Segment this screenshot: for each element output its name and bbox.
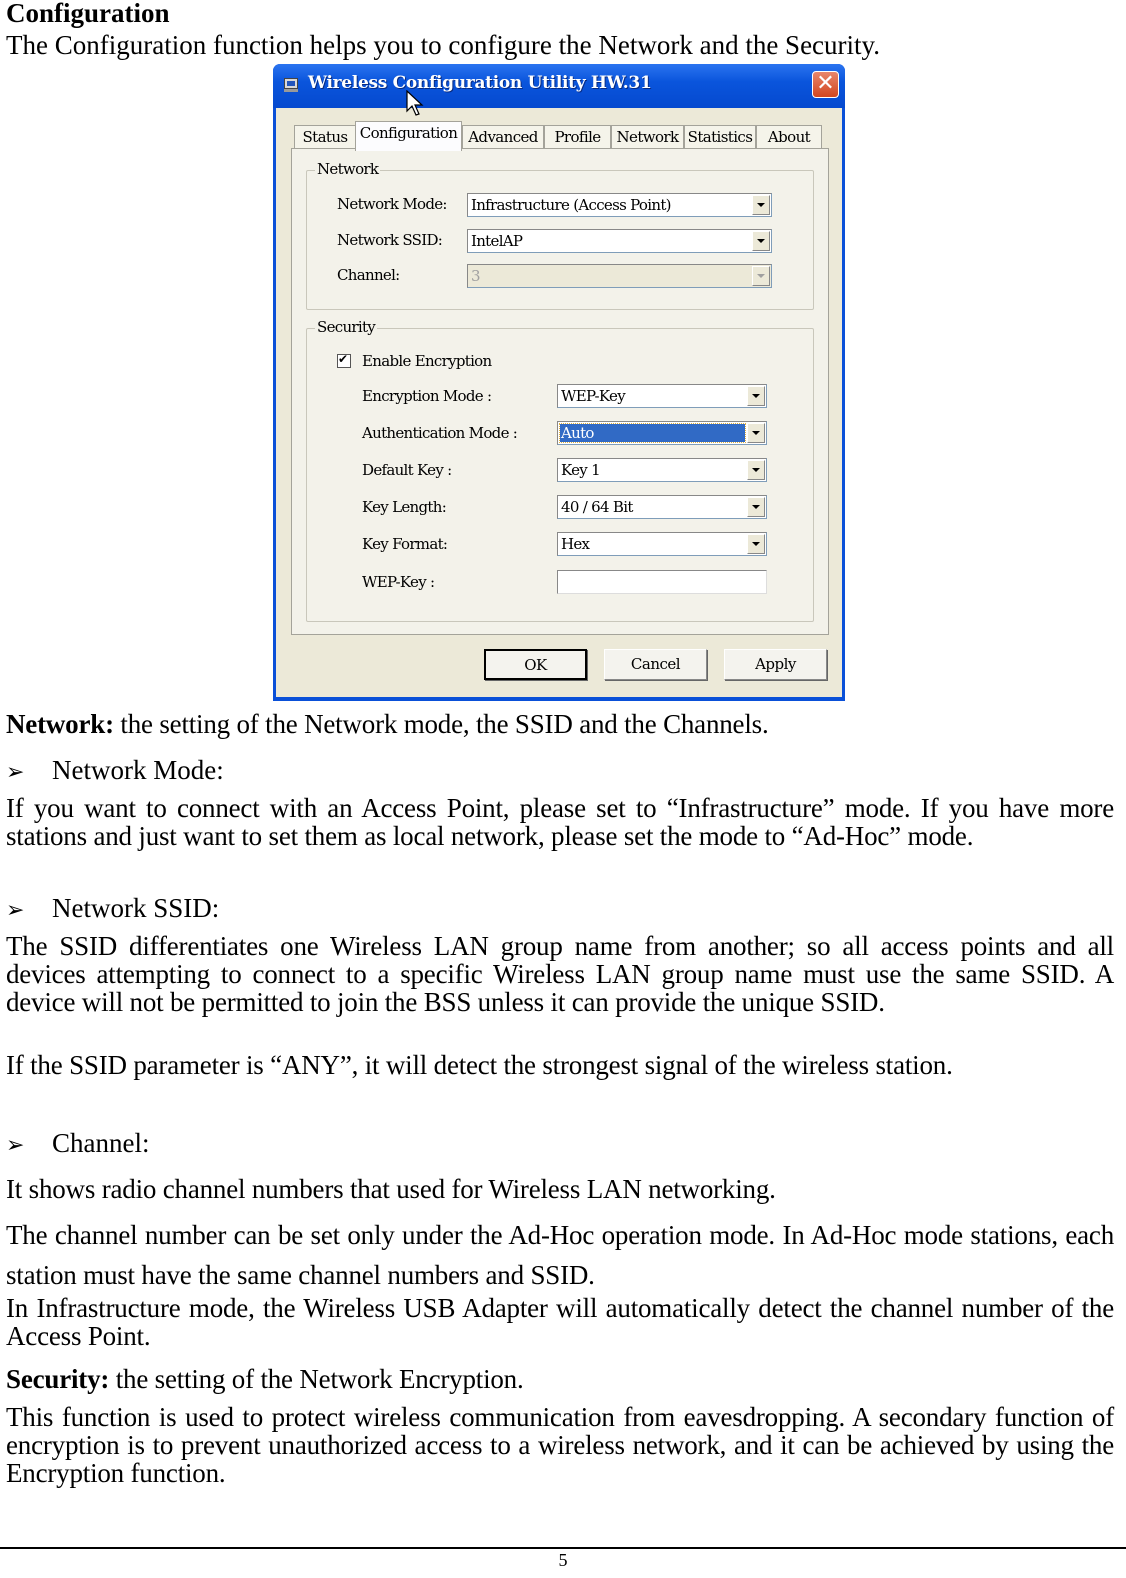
security-description: This function is used to protect wireles… <box>6 1402 1114 1488</box>
network-ssid-select[interactable]: IntelAP <box>467 229 772 253</box>
cancel-button[interactable]: Cancel <box>604 649 707 680</box>
network-section-intro: Network: the setting of the Network mode… <box>6 710 1114 738</box>
bullet-channel: ➢ Channel: <box>6 1128 149 1159</box>
key-length-label: Key Length: <box>362 498 447 516</box>
bullet-network-ssid-label: Network SSID: <box>52 893 220 923</box>
key-format-label: Key Format: <box>362 535 448 553</box>
computer-icon <box>284 78 298 92</box>
ok-button[interactable]: OK <box>484 649 587 680</box>
page-number: 5 <box>558 1550 568 1570</box>
auth-mode-value: Auto <box>561 424 594 442</box>
network-section-label: Network: <box>6 709 114 739</box>
encryption-mode-label: Encryption Mode : <box>362 387 492 405</box>
key-length-value: 40 / 64 Bit <box>561 498 633 516</box>
enable-encryption-checkbox[interactable] <box>337 352 351 368</box>
tab-statistics[interactable]: Statistics <box>684 125 756 149</box>
tab-about[interactable]: About <box>756 125 822 149</box>
security-group-title: Security <box>315 318 378 336</box>
ssid-description: The SSID differentiates one Wireless LAN… <box>6 931 1114 1017</box>
default-key-select[interactable]: Key 1 <box>557 458 767 482</box>
close-button[interactable]: ✕ <box>812 71 839 98</box>
channel-label: Channel: <box>337 266 400 284</box>
dropdown-arrow-icon[interactable] <box>747 497 765 517</box>
security-section-label: Security: <box>6 1364 110 1394</box>
security-group: Security Enable Encryption Encryption Mo… <box>306 319 814 622</box>
channel-description-1: It shows radio channel numbers that used… <box>6 1174 776 1204</box>
apply-button[interactable]: Apply <box>724 649 827 680</box>
section-heading: Configuration <box>6 0 170 28</box>
arrow-bullet-icon: ➢ <box>6 1133 25 1158</box>
bullet-network-mode: ➢ Network Mode: <box>6 755 224 786</box>
network-group-title: Network <box>315 160 381 178</box>
mouse-cursor-icon <box>406 90 424 116</box>
tab-advanced[interactable]: Advanced <box>462 125 544 149</box>
bullet-network-mode-label: Network Mode: <box>52 755 224 785</box>
network-mode-value: Infrastructure (Access Point) <box>471 196 671 214</box>
dialog-client-area: Status Configuration Advanced Profile Ne… <box>276 108 842 697</box>
arrow-bullet-icon: ➢ <box>6 898 25 923</box>
network-mode-label: Network Mode: <box>337 195 447 213</box>
arrow-bullet-icon: ➢ <box>6 760 25 785</box>
default-key-value: Key 1 <box>561 461 601 479</box>
channel-description-2: The channel number can be set only under… <box>6 1220 1114 1290</box>
auth-mode-select[interactable]: Auto <box>557 421 767 445</box>
security-section-text: the setting of the Network Encryption. <box>109 1364 524 1394</box>
network-mode-description: If you want to connect with an Access Po… <box>6 793 1114 851</box>
config-utility-window: Wireless Configuration Utility HW.31 ✕ S… <box>273 64 845 701</box>
configuration-panel: Network Network Mode: Infrastructure (Ac… <box>291 148 829 635</box>
dropdown-arrow-icon[interactable] <box>747 460 765 480</box>
network-ssid-value: IntelAP <box>471 232 523 250</box>
auth-mode-label: Authentication Mode : <box>362 424 518 442</box>
tab-status[interactable]: Status <box>294 125 356 149</box>
bullet-channel-label: Channel: <box>52 1128 150 1158</box>
window-title: Wireless Configuration Utility HW.31 <box>308 73 652 93</box>
network-group: Network Network Mode: Infrastructure (Ac… <box>306 161 814 310</box>
security-section-intro: Security: the setting of the Network Enc… <box>6 1365 1114 1393</box>
wep-key-input[interactable] <box>557 570 767 594</box>
enable-encryption-label[interactable]: Enable Encryption <box>362 352 492 370</box>
tab-network[interactable]: Network <box>611 125 684 149</box>
title-bar[interactable]: Wireless Configuration Utility HW.31 ✕ <box>273 64 845 108</box>
tab-profile[interactable]: Profile <box>544 125 611 149</box>
default-key-label: Default Key : <box>362 461 452 479</box>
wep-key-label: WEP-Key : <box>362 573 435 591</box>
dropdown-arrow-icon[interactable] <box>752 231 770 251</box>
encryption-mode-value: WEP-Key <box>561 387 626 405</box>
network-ssid-label: Network SSID: <box>337 231 443 249</box>
dropdown-arrow-icon[interactable] <box>752 195 770 215</box>
intro-text: The Configuration function helps you to … <box>6 30 881 60</box>
dropdown-arrow-icon[interactable] <box>747 386 765 406</box>
footer-divider <box>0 1547 1126 1549</box>
network-section-text: the setting of the Network mode, the SSI… <box>113 709 769 739</box>
channel-select: 3 <box>467 264 772 288</box>
channel-description-3: In Infrastructure mode, the Wireless USB… <box>6 1293 1114 1351</box>
network-mode-select[interactable]: Infrastructure (Access Point) <box>467 193 772 217</box>
tab-configuration[interactable]: Configuration <box>355 121 462 151</box>
encryption-mode-select[interactable]: WEP-Key <box>557 384 767 408</box>
key-format-select[interactable]: Hex <box>557 532 767 556</box>
bullet-network-ssid: ➢ Network SSID: <box>6 893 219 924</box>
key-length-select[interactable]: 40 / 64 Bit <box>557 495 767 519</box>
ssid-any-description: If the SSID parameter is “ANY”, it will … <box>6 1050 953 1080</box>
key-format-value: Hex <box>561 535 590 553</box>
dropdown-arrow-icon[interactable] <box>747 423 765 443</box>
channel-value: 3 <box>471 267 481 285</box>
dropdown-arrow-icon <box>752 266 770 286</box>
dropdown-arrow-icon[interactable] <box>747 534 765 554</box>
